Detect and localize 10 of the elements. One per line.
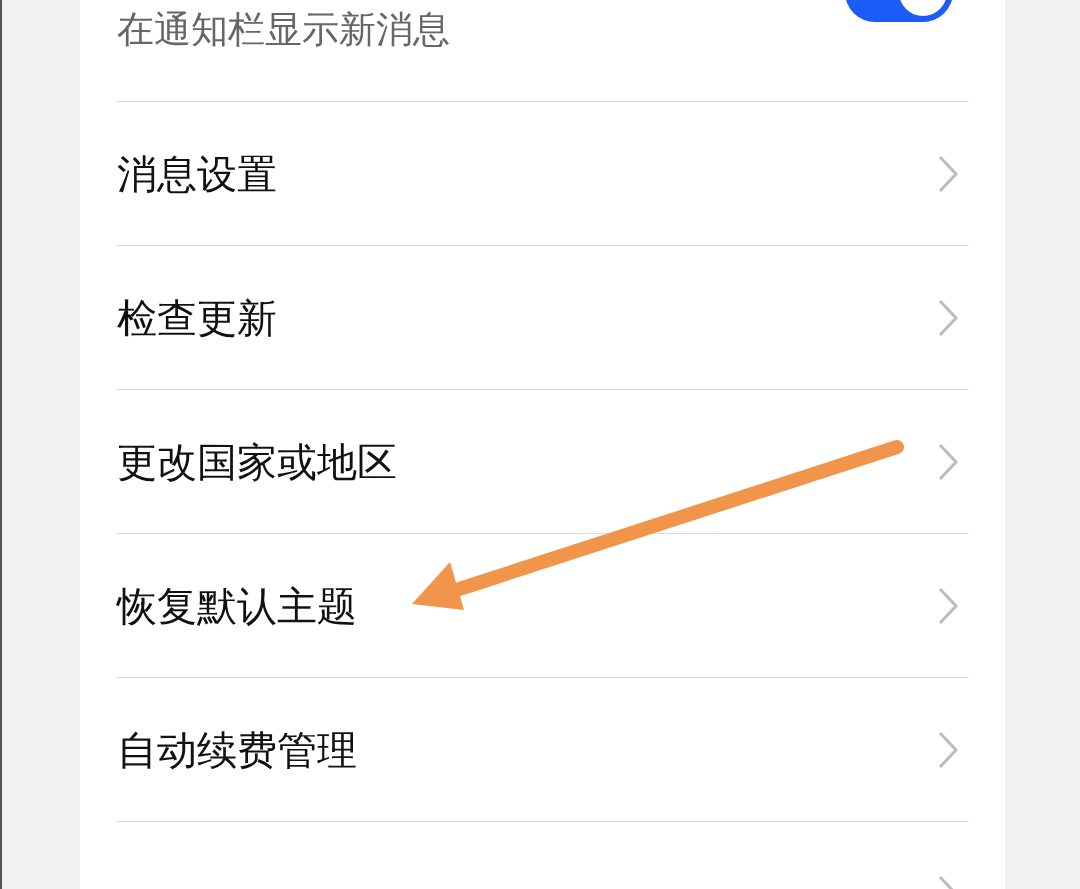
settings-item[interactable]: 自动续费管理 bbox=[117, 678, 969, 822]
chevron-right-icon bbox=[937, 585, 959, 626]
setting-description: 在通知栏显示新消息 bbox=[117, 8, 450, 52]
chevron-right-icon bbox=[937, 297, 959, 338]
settings-item[interactable]: 检查更新 bbox=[117, 246, 969, 390]
chevron-right-icon bbox=[937, 153, 959, 194]
settings-item[interactable]: 更改国家或地区 bbox=[117, 390, 969, 534]
chevron-right-icon bbox=[937, 441, 959, 482]
settings-item[interactable]: 消息设置 bbox=[117, 102, 969, 246]
chevron-right-icon bbox=[937, 729, 959, 770]
